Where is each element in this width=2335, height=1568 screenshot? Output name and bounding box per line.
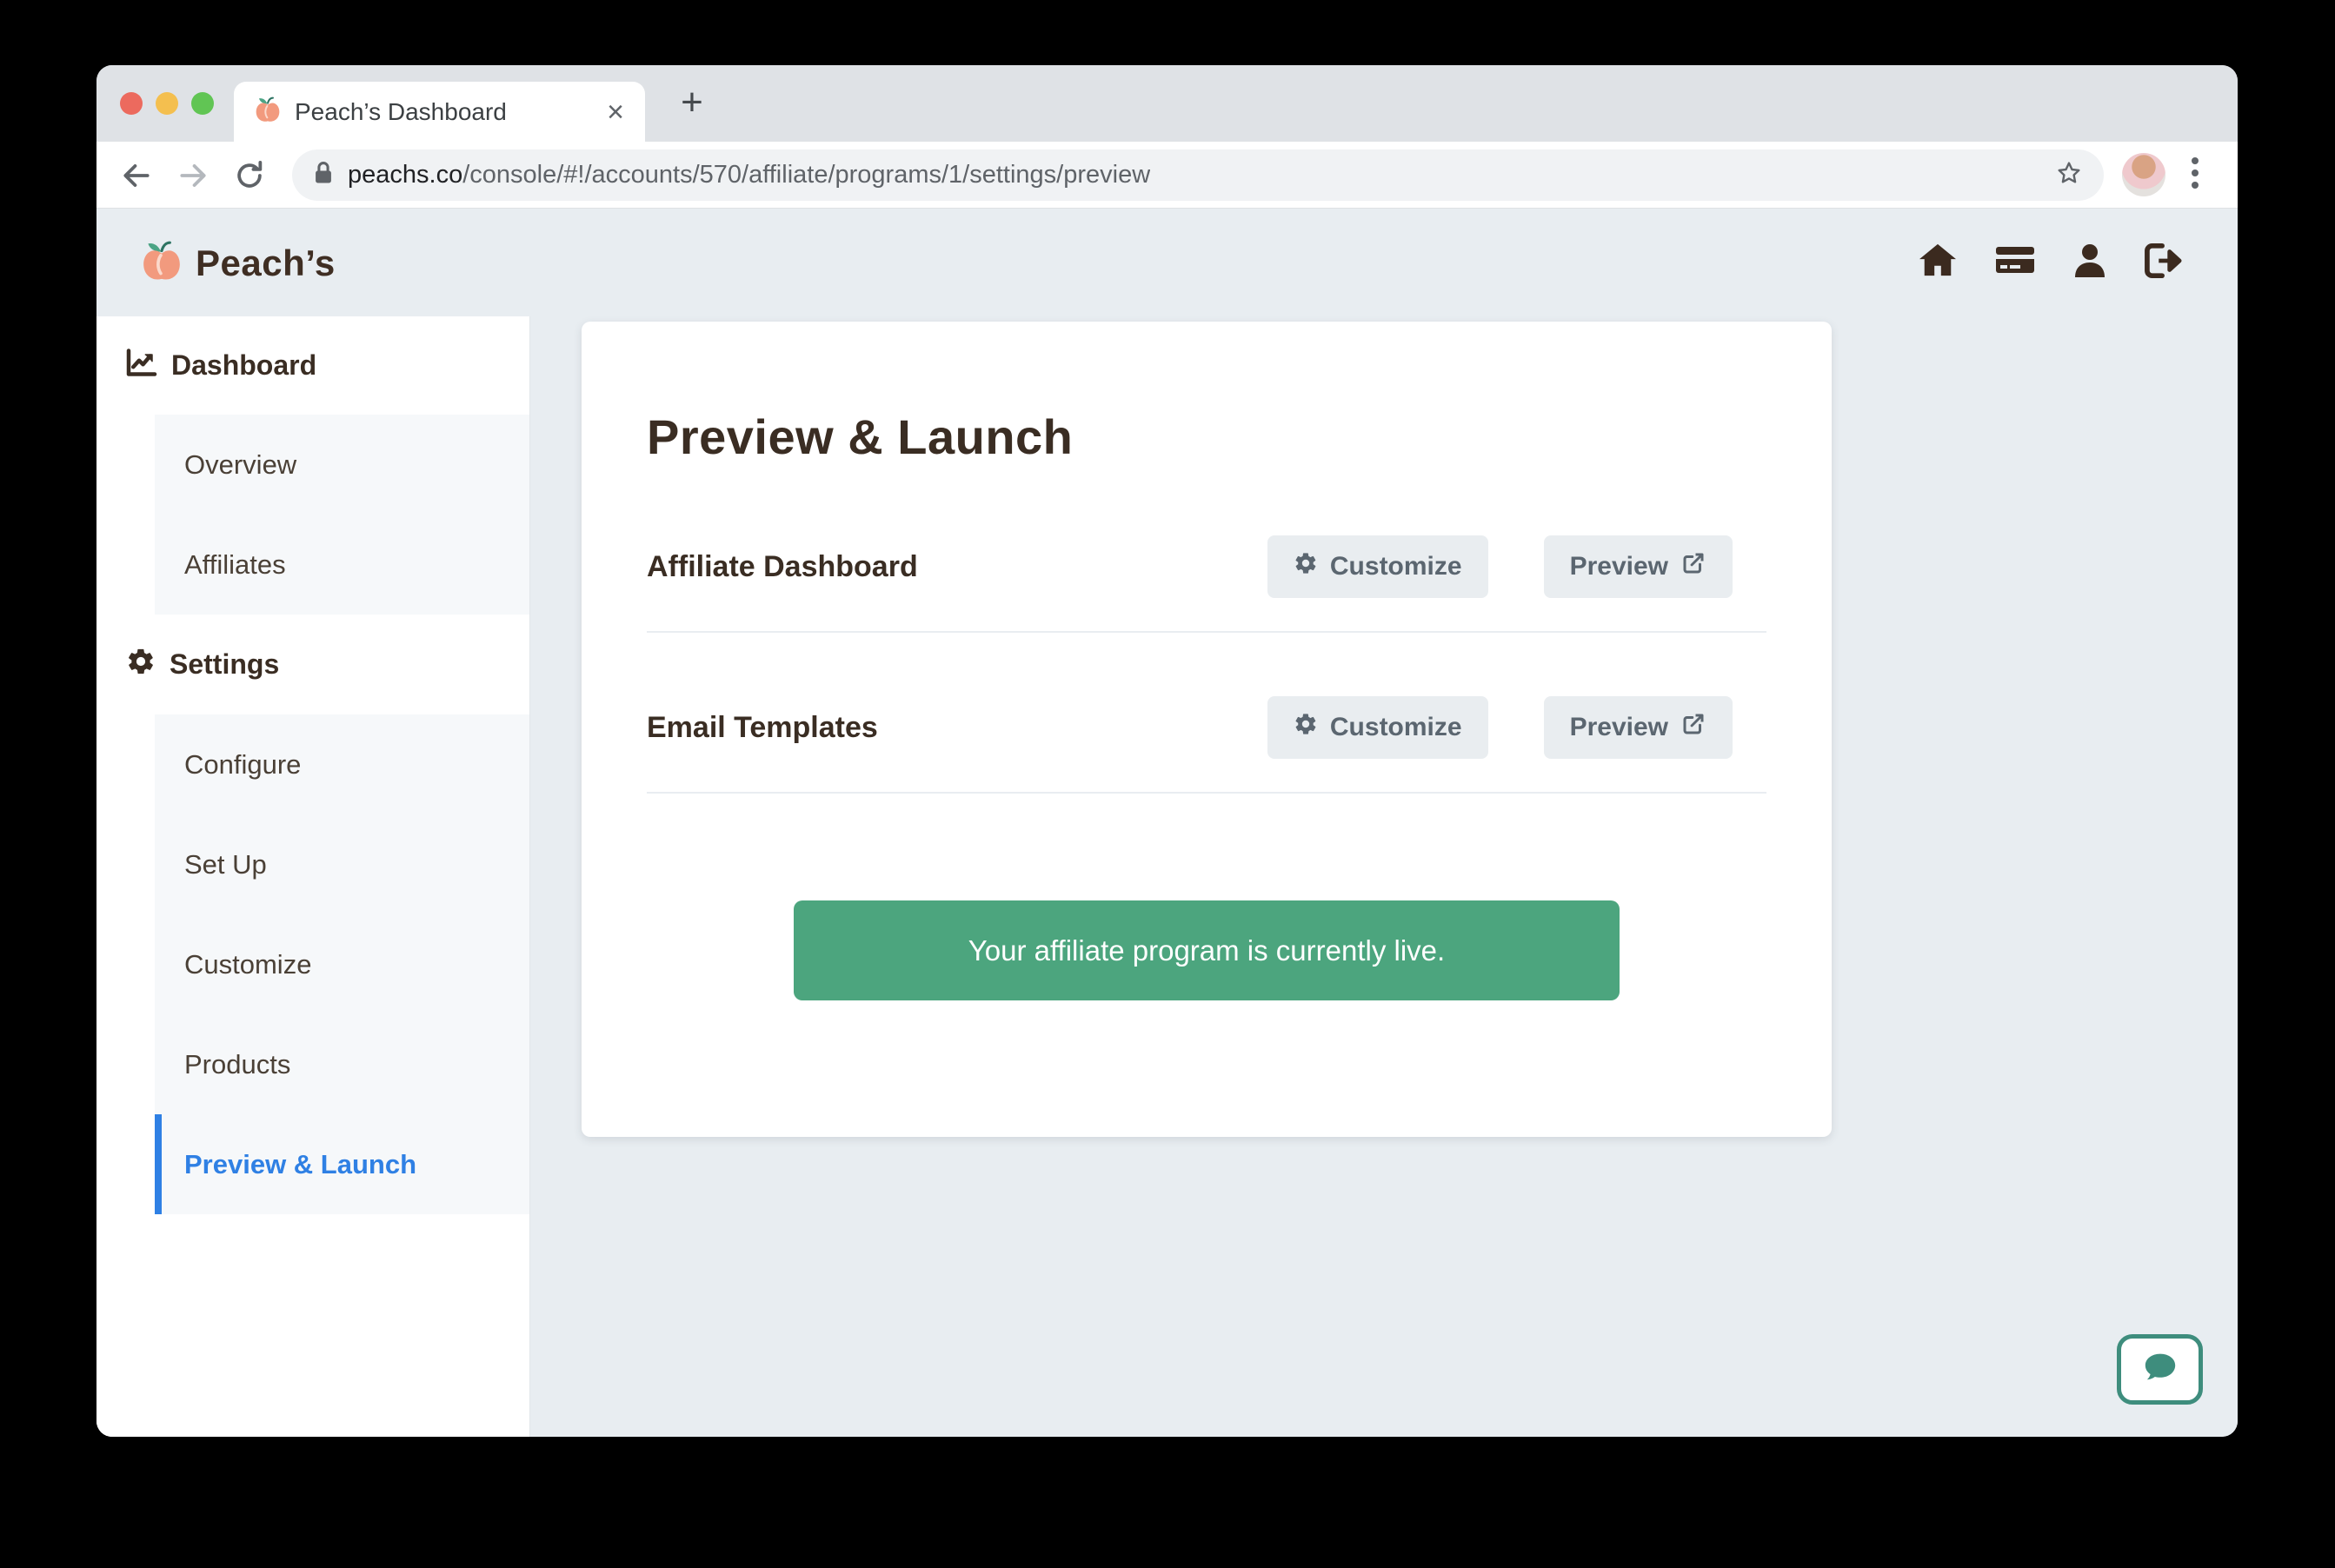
address-bar[interactable]: peachs.co/console/#!/accounts/570/affili… xyxy=(292,149,2104,201)
chart-line-icon xyxy=(126,348,157,384)
sidebar-item-label: Configure xyxy=(184,749,301,781)
bookmark-star-icon[interactable] xyxy=(2055,159,2083,191)
button-label: Preview xyxy=(1570,713,1668,742)
sidebar-item-label: Affiliates xyxy=(184,549,286,581)
sidebar-item-configure[interactable]: Configure xyxy=(155,714,529,814)
sidebar-section-label: Dashboard xyxy=(171,349,316,382)
row-divider xyxy=(647,792,1766,794)
sidebar-item-label: Overview xyxy=(184,449,296,481)
forward-icon[interactable] xyxy=(176,159,210,192)
browser-tab[interactable]: Peach’s Dashboard × xyxy=(234,82,645,142)
favicon-peach-icon xyxy=(255,96,281,128)
user-icon[interactable] xyxy=(2072,243,2107,283)
reload-icon[interactable] xyxy=(233,159,266,192)
sidebar-item-products[interactable]: Products xyxy=(155,1014,529,1114)
lock-icon xyxy=(313,161,334,189)
dashboard-submenu: Overview Affiliates xyxy=(155,415,529,615)
browser-window: Peach’s Dashboard × + peachs.co/console/… xyxy=(96,65,2238,1437)
tab-title: Peach’s Dashboard xyxy=(295,98,593,126)
chat-launcher-button[interactable] xyxy=(2117,1334,2203,1405)
sign-out-icon[interactable] xyxy=(2144,243,2184,283)
sidebar-item-label: Products xyxy=(184,1049,290,1080)
url-domain: peachs.co xyxy=(348,161,462,189)
close-window-button[interactable] xyxy=(120,92,143,115)
gear-icon xyxy=(126,647,156,683)
credit-card-icon[interactable] xyxy=(1994,243,2036,282)
external-link-icon xyxy=(1680,550,1706,583)
tab-strip: Peach’s Dashboard × + xyxy=(96,65,2238,142)
browser-toolbar: peachs.co/console/#!/accounts/570/affili… xyxy=(96,142,2238,209)
brand-name: Peach’s xyxy=(196,243,336,284)
browser-menu-icon[interactable] xyxy=(2192,157,2199,189)
url-text: peachs.co/console/#!/accounts/570/affili… xyxy=(348,161,1150,189)
tab-close-icon[interactable]: × xyxy=(607,97,624,127)
sidebar-item-overview[interactable]: Overview xyxy=(155,415,529,515)
banner-text: Your affiliate program is currently live… xyxy=(968,934,1445,967)
back-icon[interactable] xyxy=(120,159,153,192)
customize-affiliate-dashboard-button[interactable]: Customize xyxy=(1267,535,1488,598)
customize-email-templates-button[interactable]: Customize xyxy=(1267,696,1488,759)
zoom-window-button[interactable] xyxy=(191,92,214,115)
button-label: Preview xyxy=(1570,552,1668,581)
sidebar: Dashboard Overview Affiliates Settings xyxy=(96,316,530,1437)
sidebar-item-preview-launch[interactable]: Preview & Launch xyxy=(155,1114,529,1214)
home-icon[interactable] xyxy=(1918,243,1958,283)
app-header: Peach’s xyxy=(96,209,2238,316)
external-link-icon xyxy=(1680,711,1706,744)
page-title: Preview & Launch xyxy=(647,409,1766,466)
main-area: Preview & Launch Affiliate Dashboard Cus… xyxy=(530,316,2238,1437)
affiliate-dashboard-row: Affiliate Dashboard Customize Preview xyxy=(647,535,1766,598)
sidebar-item-affiliates[interactable]: Affiliates xyxy=(155,515,529,615)
sidebar-item-customize[interactable]: Customize xyxy=(155,914,529,1014)
preview-launch-card: Preview & Launch Affiliate Dashboard Cus… xyxy=(582,322,1832,1137)
gear-icon xyxy=(1294,551,1318,582)
email-templates-row: Email Templates Customize Preview xyxy=(647,696,1766,759)
app-content: Peach’s xyxy=(96,209,2238,1437)
peach-logo-icon xyxy=(142,239,182,287)
row-divider xyxy=(647,631,1766,633)
sidebar-section-settings[interactable]: Settings xyxy=(96,615,529,714)
sidebar-item-set-up[interactable]: Set Up xyxy=(155,814,529,914)
program-live-banner: Your affiliate program is currently live… xyxy=(794,900,1620,1000)
browser-profile-avatar[interactable] xyxy=(2122,153,2165,196)
sidebar-item-label: Preview & Launch xyxy=(184,1149,416,1180)
settings-submenu: Configure Set Up Customize Products Prev… xyxy=(155,714,529,1214)
window-controls xyxy=(120,92,214,115)
chat-bubble-icon xyxy=(2141,1351,2179,1388)
sidebar-item-label: Set Up xyxy=(184,849,267,880)
preview-affiliate-dashboard-button[interactable]: Preview xyxy=(1544,535,1733,598)
minimize-window-button[interactable] xyxy=(156,92,178,115)
preview-email-templates-button[interactable]: Preview xyxy=(1544,696,1733,759)
row-label: Email Templates xyxy=(647,711,1267,745)
button-label: Customize xyxy=(1330,552,1462,581)
row-label: Affiliate Dashboard xyxy=(647,550,1267,584)
brand[interactable]: Peach’s xyxy=(142,209,336,316)
button-label: Customize xyxy=(1330,713,1462,742)
sidebar-section-label: Settings xyxy=(170,648,279,681)
sidebar-section-dashboard[interactable]: Dashboard xyxy=(96,316,529,415)
url-path: /console/#!/accounts/570/affiliate/progr… xyxy=(462,161,1150,189)
sidebar-item-label: Customize xyxy=(184,949,311,980)
gear-icon xyxy=(1294,712,1318,743)
new-tab-button[interactable]: + xyxy=(666,76,718,129)
